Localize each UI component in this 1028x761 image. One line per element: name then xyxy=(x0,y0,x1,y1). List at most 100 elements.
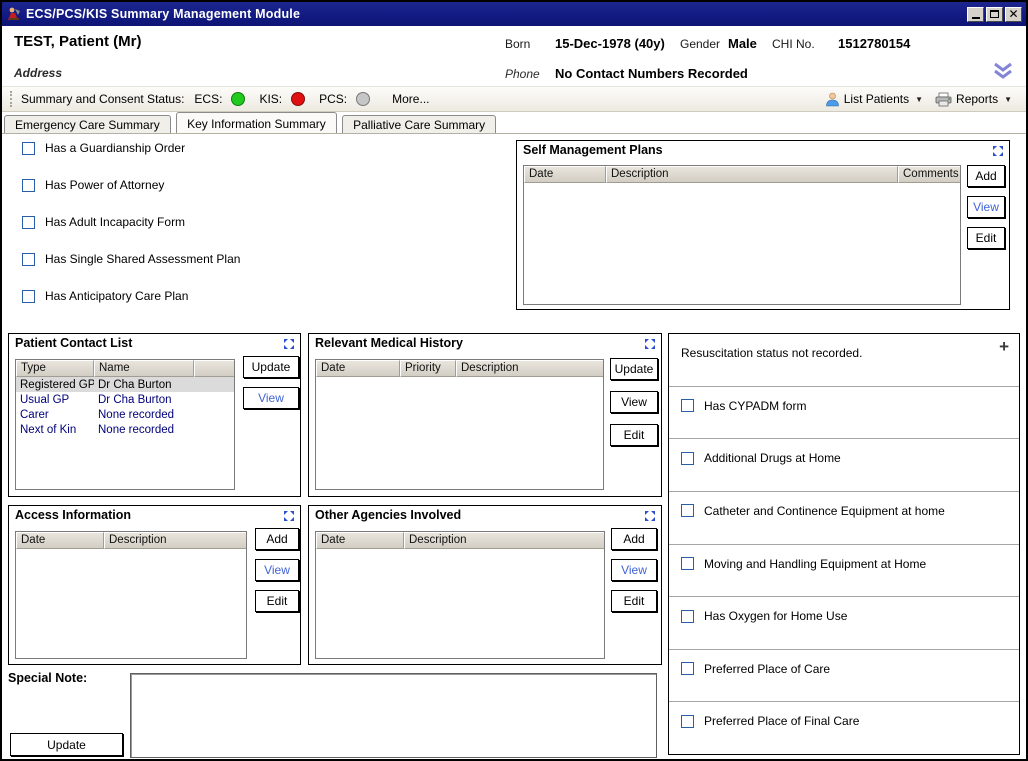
table-header: Date Description xyxy=(316,532,604,549)
column-header-priority[interactable]: Priority xyxy=(400,360,456,377)
guardianship-order-checkbox[interactable] xyxy=(22,142,35,155)
kis-status-indicator xyxy=(291,92,305,106)
more-button[interactable]: More... xyxy=(392,92,429,106)
relevant-medical-history-edit-button[interactable]: Edit xyxy=(610,424,658,446)
tab-palliative-care-summary[interactable]: Palliative Care Summary xyxy=(342,115,496,133)
patient-contact-list-table[interactable]: Type Name Registered GP Dr Cha Burton Us… xyxy=(15,359,235,490)
single-shared-assessment-plan-checkbox[interactable] xyxy=(22,253,35,266)
access-information-table[interactable]: Date Description xyxy=(15,531,247,659)
access-information-add-button[interactable]: Add xyxy=(255,528,299,550)
ecs-label: ECS: xyxy=(194,92,222,106)
contact-name: None recorded xyxy=(94,409,194,421)
preferred-place-of-final-care-checkbox[interactable] xyxy=(681,715,694,728)
contact-name: None recorded xyxy=(94,424,194,436)
relevant-medical-history-update-button[interactable]: Update xyxy=(610,358,658,380)
tab-emergency-care-summary[interactable]: Emergency Care Summary xyxy=(4,115,171,133)
column-header-date[interactable]: Date xyxy=(16,532,104,549)
printer-icon xyxy=(935,92,952,107)
special-note-textarea[interactable] xyxy=(130,673,657,758)
column-header-description[interactable]: Description xyxy=(606,166,898,183)
contact-name: Dr Cha Burton xyxy=(94,379,194,391)
contact-name: Dr Cha Burton xyxy=(94,394,194,406)
resuscitation-section: Resuscitation status not recorded. + xyxy=(669,334,1019,386)
app-icon[interactable] xyxy=(6,6,22,22)
cypadm-form-checkbox[interactable] xyxy=(681,399,694,412)
anticipatory-care-plan-checkbox[interactable] xyxy=(22,290,35,303)
column-header-name[interactable]: Name xyxy=(94,360,194,377)
patient-contact-list-expand-icon[interactable] xyxy=(283,338,295,350)
additional-drugs-label: Additional Drugs at Home xyxy=(704,451,841,465)
patient-header: TEST, Patient (Mr) Born 15-Dec-1978 (40y… xyxy=(2,26,1026,86)
other-agencies-involved-view-button[interactable]: View xyxy=(611,559,657,581)
other-agencies-involved-expand-icon[interactable] xyxy=(644,510,656,522)
access-information-edit-button[interactable]: Edit xyxy=(255,590,299,612)
reports-button[interactable]: Reports ▼ xyxy=(929,90,1018,109)
expand-header-chevron-icon[interactable] xyxy=(992,62,1014,82)
column-header-description[interactable]: Description xyxy=(456,360,603,377)
contact-type: Carer xyxy=(16,409,94,421)
list-patients-dropdown-icon: ▼ xyxy=(915,95,923,104)
access-information-view-button[interactable]: View xyxy=(255,559,299,581)
relevant-medical-history-view-button[interactable]: View xyxy=(610,391,658,413)
special-note-update-button[interactable]: Update xyxy=(10,733,123,756)
moving-handling-checkbox[interactable] xyxy=(681,557,694,570)
contact-row-usual-gp[interactable]: Usual GP Dr Cha Burton xyxy=(16,392,234,407)
contact-row-registered-gp[interactable]: Registered GP Dr Cha Burton xyxy=(16,377,234,392)
person-icon xyxy=(825,92,840,107)
toolbar-grip[interactable] xyxy=(10,91,13,107)
self-management-plans-panel: Self Management Plans Date Description C… xyxy=(516,140,1010,310)
other-agencies-involved-table[interactable]: Date Description xyxy=(315,531,605,659)
relevant-medical-history-panel: Relevant Medical History Date Priority D… xyxy=(308,333,662,497)
address-label: Address xyxy=(14,66,62,80)
anticipatory-care-plan-label: Has Anticipatory Care Plan xyxy=(45,289,188,303)
oxygen-home-use-checkbox[interactable] xyxy=(681,610,694,623)
self-management-plans-expand-icon[interactable] xyxy=(992,145,1004,157)
moving-handling-label: Moving and Handling Equipment at Home xyxy=(704,557,926,571)
access-information-expand-icon[interactable] xyxy=(283,510,295,522)
column-header-description[interactable]: Description xyxy=(104,532,246,549)
preferred-place-of-care-checkbox[interactable] xyxy=(681,662,694,675)
titlebar[interactable]: ECS/PCS/KIS Summary Management Module ✕ xyxy=(2,2,1026,26)
window-title: ECS/PCS/KIS Summary Management Module xyxy=(26,7,300,21)
column-header-date[interactable]: Date xyxy=(316,360,400,377)
other-agencies-involved-add-button[interactable]: Add xyxy=(611,528,657,550)
contact-row-carer[interactable]: Carer None recorded xyxy=(16,407,234,422)
access-information-panel: Access Information Date Description Add … xyxy=(8,505,301,665)
self-management-plans-add-button[interactable]: Add xyxy=(967,165,1005,187)
relevant-medical-history-expand-icon[interactable] xyxy=(644,338,656,350)
tab-key-information-summary[interactable]: Key Information Summary xyxy=(176,112,337,133)
patient-contact-list-view-button[interactable]: View xyxy=(243,387,299,409)
minimize-icon xyxy=(972,17,980,19)
column-header-date[interactable]: Date xyxy=(316,532,404,549)
resuscitation-add-icon[interactable]: + xyxy=(999,338,1009,355)
power-of-attorney-checkbox[interactable] xyxy=(22,179,35,192)
column-header-type[interactable]: Type xyxy=(16,360,94,377)
column-header-date[interactable]: Date xyxy=(524,166,606,183)
ecs-status-indicator xyxy=(231,92,245,106)
catheter-continence-label: Catheter and Continence Equipment at hom… xyxy=(704,504,945,518)
summary-tabstrip: Emergency Care Summary Key Information S… xyxy=(2,112,1026,133)
relevant-medical-history-table[interactable]: Date Priority Description xyxy=(315,359,604,490)
self-management-plans-edit-button[interactable]: Edit xyxy=(967,227,1005,249)
list-patients-button[interactable]: List Patients ▼ xyxy=(819,90,929,109)
contact-row-next-of-kin[interactable]: Next of Kin None recorded xyxy=(16,422,234,437)
table-header: Date Description xyxy=(16,532,246,549)
minimize-button[interactable] xyxy=(967,7,984,22)
adult-incapacity-form-checkbox[interactable] xyxy=(22,216,35,229)
special-note-label: Special Note: xyxy=(8,671,87,685)
column-header-blank[interactable] xyxy=(194,360,234,377)
additional-drugs-checkbox[interactable] xyxy=(681,452,694,465)
legal-flags-group: Has a Guardianship Order Has Power of At… xyxy=(22,141,240,303)
column-header-comments[interactable]: Comments xyxy=(898,166,960,183)
column-header-description[interactable]: Description xyxy=(404,532,604,549)
cypadm-section: Has CYPADM form xyxy=(669,386,1019,439)
catheter-continence-checkbox[interactable] xyxy=(681,504,694,517)
patient-contact-list-update-button[interactable]: Update xyxy=(243,356,299,378)
self-management-plans-view-button[interactable]: View xyxy=(967,196,1005,218)
care-details-panel: Resuscitation status not recorded. + Has… xyxy=(668,333,1020,755)
maximize-button[interactable] xyxy=(986,7,1003,22)
other-agencies-involved-edit-button[interactable]: Edit xyxy=(611,590,657,612)
contact-type: Registered GP xyxy=(16,379,94,391)
self-management-plans-table[interactable]: Date Description Comments xyxy=(523,165,961,305)
close-button[interactable]: ✕ xyxy=(1005,7,1022,22)
